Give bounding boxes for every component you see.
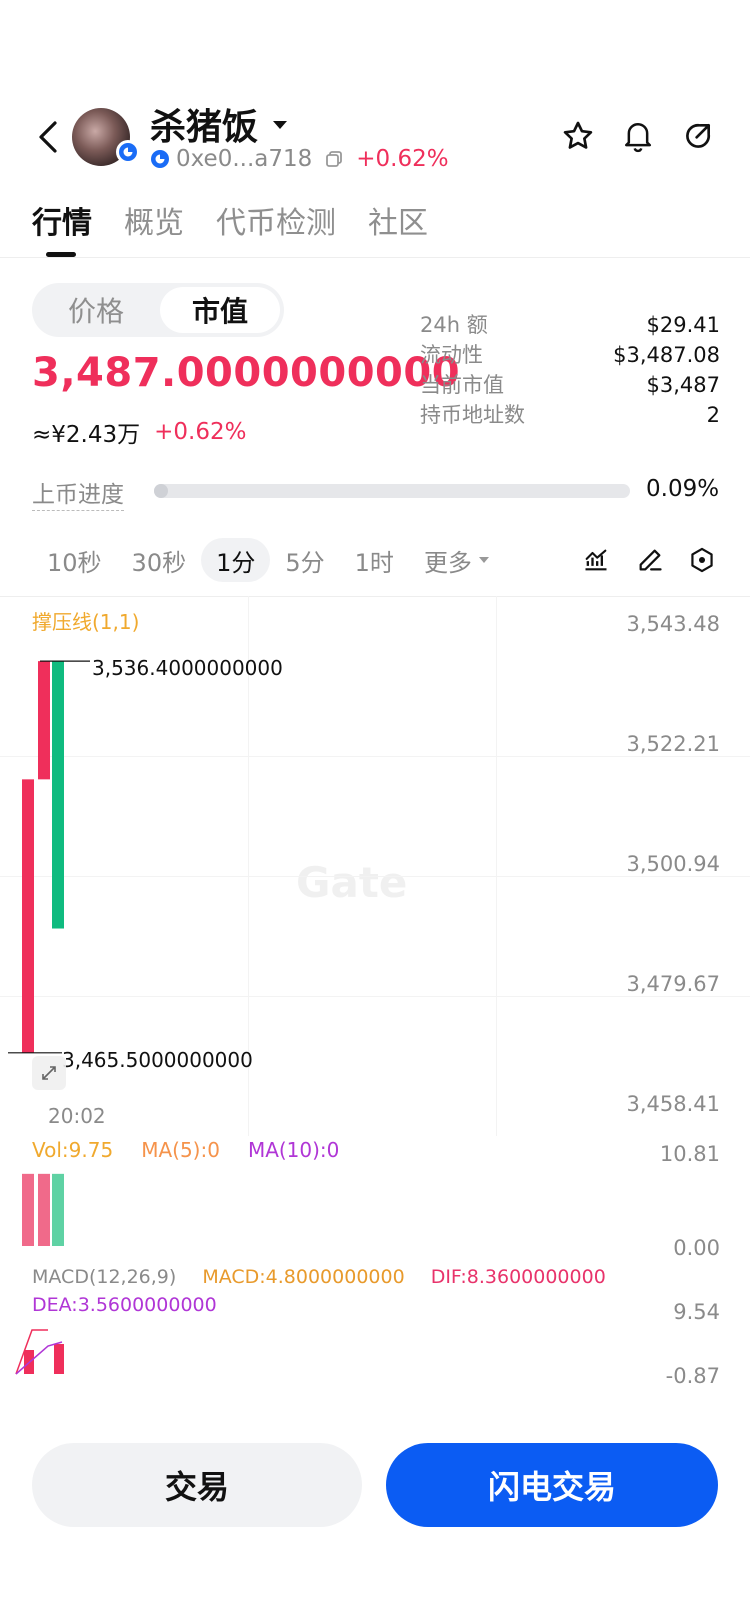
indicator-button[interactable]: [576, 540, 616, 580]
back-button[interactable]: [28, 112, 68, 162]
share-icon: [686, 123, 711, 148]
draw-button[interactable]: [630, 540, 670, 580]
y-tick-label: 3,522.21: [626, 732, 720, 756]
y-tick-label: 3,479.67: [626, 972, 720, 996]
expand-button[interactable]: [32, 1056, 66, 1090]
tabs-divider: [0, 257, 750, 258]
cny-value: ≈¥2.43万: [32, 422, 141, 448]
candle: [22, 779, 34, 1053]
dea-value: DEA:3.5600000000: [32, 1294, 217, 1316]
volume-axis-max: 10.81: [659, 1142, 720, 1166]
y-tick-label: 3,500.94: [626, 852, 720, 876]
toggle-market-cap[interactable]: 市值: [160, 287, 280, 333]
caret-down-icon[interactable]: [272, 116, 288, 135]
pen-icon: [639, 549, 662, 571]
price-change-pct: +0.62%: [154, 419, 247, 445]
macd-value: MACD:4.8000000000: [202, 1266, 405, 1288]
macd-bar: [54, 1344, 64, 1374]
listing-progress-bar: [154, 484, 630, 498]
alert-button[interactable]: [616, 114, 660, 158]
macd-labels: MACD(12,26,9) MACD:4.8000000000 DIF:8.36…: [32, 1266, 606, 1288]
tab-overview[interactable]: 概览: [124, 198, 184, 242]
volume-bars: [22, 1173, 64, 1246]
tab-market[interactable]: 行情: [32, 198, 92, 242]
volume-labels: Vol:9.75 MA(5):0 MA(10):0: [32, 1138, 339, 1162]
chart-vgrid: [496, 596, 497, 1136]
chain-badge-icon: [116, 140, 140, 164]
interval-selector: 10秒 30秒 1分 5分 1时 更多: [32, 538, 505, 582]
chain-icon: [151, 150, 169, 168]
token-address: 0xe0...a718: [176, 146, 313, 172]
ma5-label: MA(5):0: [141, 1138, 220, 1162]
stat-volume-24h: 24h 额 $29.41: [420, 313, 720, 337]
low-price-label: 3,465.5000000000: [62, 1048, 253, 1072]
address-row: 0xe0...a718 +0.62%: [150, 146, 449, 172]
x-tick-label: 20:02: [48, 1104, 106, 1128]
volume-bar: [38, 1173, 50, 1246]
interval-1h[interactable]: 1时: [340, 538, 409, 582]
settings-icon: [691, 547, 713, 573]
y-tick-label: 3,458.41: [626, 1092, 720, 1116]
interval-10s[interactable]: 10秒: [32, 538, 117, 582]
caret-down-icon: [478, 557, 489, 563]
back-arrow-icon: [39, 121, 57, 153]
macd-axis-max: 9.54: [673, 1300, 720, 1324]
current-value: 3,487.0000000000: [32, 350, 461, 396]
tab-community[interactable]: 社区: [368, 198, 428, 242]
listing-progress-label[interactable]: 上币进度: [32, 475, 124, 511]
cny-row: ≈¥2.43万 +0.62%: [32, 415, 246, 449]
share-button[interactable]: [676, 114, 720, 158]
flash-trade-button[interactable]: 闪电交易: [386, 1443, 718, 1527]
bell-icon: [624, 122, 652, 153]
high-price-label: 3,536.4000000000: [92, 656, 283, 680]
stat-market-cap: 当前市值 $3,487: [420, 373, 720, 397]
candle: [38, 661, 50, 780]
macd-axis-min: -0.87: [665, 1364, 720, 1386]
ma10-label: MA(10):0: [247, 1138, 340, 1162]
interval-more[interactable]: 更多: [409, 538, 505, 582]
toggle-price[interactable]: 价格: [36, 287, 156, 333]
y-tick-label: 3,543.48: [626, 612, 720, 636]
interval-5m[interactable]: 5分: [270, 538, 339, 582]
interval-30s[interactable]: 30秒: [117, 538, 202, 582]
interval-1m[interactable]: 1分: [201, 538, 271, 582]
stat-holders: 持币地址数 2: [420, 403, 720, 427]
macd-bars: [15, 1329, 64, 1375]
volume-bar: [52, 1173, 64, 1246]
star-icon: [563, 121, 593, 149]
vol-label: Vol:9.75: [32, 1138, 114, 1162]
chart-settings-button[interactable]: [682, 540, 722, 580]
expand-icon: [42, 1066, 56, 1080]
dif-value: DIF:8.3600000000: [430, 1266, 606, 1288]
candle: [52, 661, 64, 929]
volume-bar: [22, 1173, 34, 1246]
token-title[interactable]: 杀猪饭: [150, 98, 258, 150]
listing-progress-value: 0.09%: [646, 476, 720, 502]
header-change-pct: +0.62%: [356, 146, 449, 172]
main-tabs: 行情 概览 代币检测 社区: [32, 198, 428, 242]
favorite-button[interactable]: [556, 114, 600, 158]
price-mcap-toggle: 价格 市值: [32, 283, 284, 337]
copy-icon[interactable]: [324, 149, 344, 169]
macd-name: MACD(12,26,9): [32, 1266, 177, 1288]
stats-panel: 24h 额 $29.41 流动性 $3,487.08 当前市值 $3,487 持币地址…: [420, 310, 720, 430]
kline-chart[interactable]: 撑压线(1,1) 3,543.48 3,522.21 3,500.94 3,47…: [0, 596, 750, 1416]
tab-token-check[interactable]: 代币检测: [216, 198, 336, 242]
interval-more-label: 更多: [423, 548, 472, 577]
stat-liquidity: 流动性 $3,487.08: [420, 343, 720, 367]
indicator-icon: [585, 549, 607, 571]
volume-axis-min: 0.00: [673, 1236, 720, 1260]
trade-button[interactable]: 交易: [32, 1443, 362, 1527]
listing-progress-fill: [154, 484, 168, 498]
